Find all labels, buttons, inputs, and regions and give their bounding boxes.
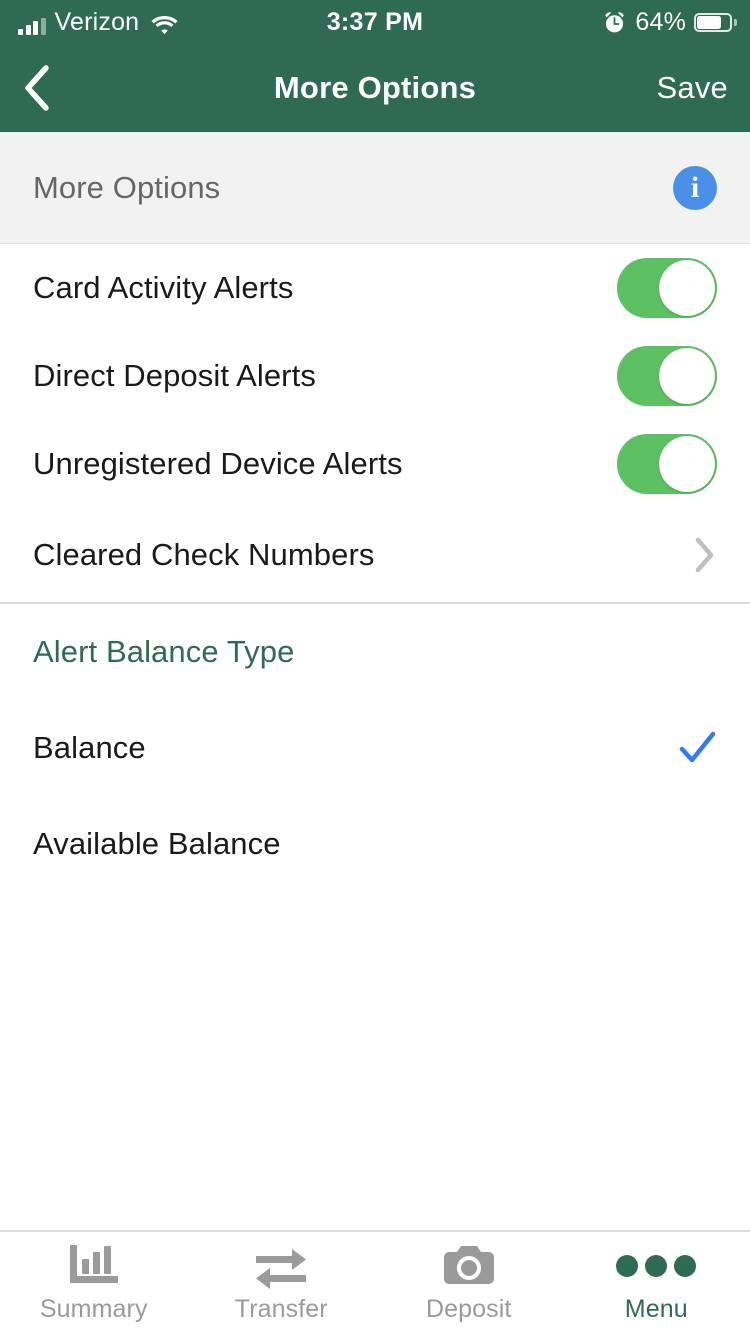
alarm-clock-icon	[602, 10, 627, 35]
settings-list: Card Activity Alerts Direct Deposit Aler…	[0, 244, 750, 602]
toggle-knob	[659, 260, 715, 316]
carrier-name: Verizon	[54, 7, 140, 36]
alert-balance-type-options: Balance Available Balance	[0, 700, 750, 892]
row-label: Unregistered Device Alerts	[33, 446, 403, 481]
wifi-icon	[151, 15, 178, 35]
section-header-title: More Options	[33, 169, 221, 205]
battery-percent: 64%	[635, 7, 686, 36]
info-icon[interactable]: i	[673, 165, 717, 210]
table-row[interactable]: Cleared Check Numbers	[0, 508, 750, 602]
bar-chart-icon	[66, 1243, 122, 1289]
table-row[interactable]: Direct Deposit Alerts	[0, 332, 750, 420]
row-label: Card Activity Alerts	[33, 270, 294, 305]
three-dots-icon	[616, 1243, 697, 1289]
checkmark-icon	[677, 728, 717, 768]
info-icon-glyph: i	[690, 170, 700, 204]
tab-menu[interactable]: Menu	[563, 1232, 750, 1334]
row-label: Cleared Check Numbers	[33, 537, 375, 572]
section-header: More Options i	[0, 132, 750, 244]
app-screen: Verizon 3:37 PM 64% More Options Save Mo…	[0, 0, 750, 1334]
status-bar: Verizon 3:37 PM 64%	[0, 0, 750, 44]
tab-transfer[interactable]: Transfer	[188, 1232, 376, 1334]
save-button[interactable]: Save	[657, 70, 728, 106]
card-activity-alerts-toggle[interactable]	[617, 258, 717, 318]
row-label: Direct Deposit Alerts	[33, 358, 316, 393]
alert-balance-type-label: Alert Balance Type	[33, 634, 295, 669]
status-bar-right: 64%	[602, 7, 737, 37]
tab-label: Transfer	[234, 1294, 328, 1323]
table-row[interactable]: Card Activity Alerts	[0, 244, 750, 332]
navigation-bar: More Options Save	[0, 44, 750, 132]
status-bar-left: Verizon	[18, 7, 178, 36]
camera-icon	[442, 1243, 496, 1289]
tab-summary[interactable]: Summary	[0, 1232, 188, 1334]
tab-label: Summary	[39, 1294, 148, 1323]
toggle-knob	[659, 436, 715, 492]
battery-icon	[694, 12, 737, 32]
signal-strength-icon	[18, 17, 46, 35]
tab-deposit[interactable]: Deposit	[375, 1232, 563, 1334]
chevron-right-icon	[693, 535, 717, 575]
back-button[interactable]	[22, 62, 68, 114]
option-label: Balance	[33, 730, 146, 765]
bottom-tab-bar: Summary Transfer Deposit Menu	[0, 1230, 750, 1334]
list-item[interactable]: Available Balance	[0, 796, 750, 892]
tab-label: Menu	[624, 1294, 688, 1323]
toggle-knob	[659, 348, 715, 404]
transfer-arrows-icon	[252, 1243, 310, 1289]
table-row[interactable]: Unregistered Device Alerts	[0, 420, 750, 508]
list-item[interactable]: Balance	[0, 700, 750, 796]
chevron-left-icon	[25, 65, 49, 111]
tab-label: Deposit	[426, 1294, 512, 1323]
option-label: Available Balance	[33, 826, 281, 861]
page-title: More Options	[273, 70, 477, 105]
unregistered-device-alerts-toggle[interactable]	[617, 434, 717, 494]
direct-deposit-alerts-toggle[interactable]	[617, 346, 717, 406]
